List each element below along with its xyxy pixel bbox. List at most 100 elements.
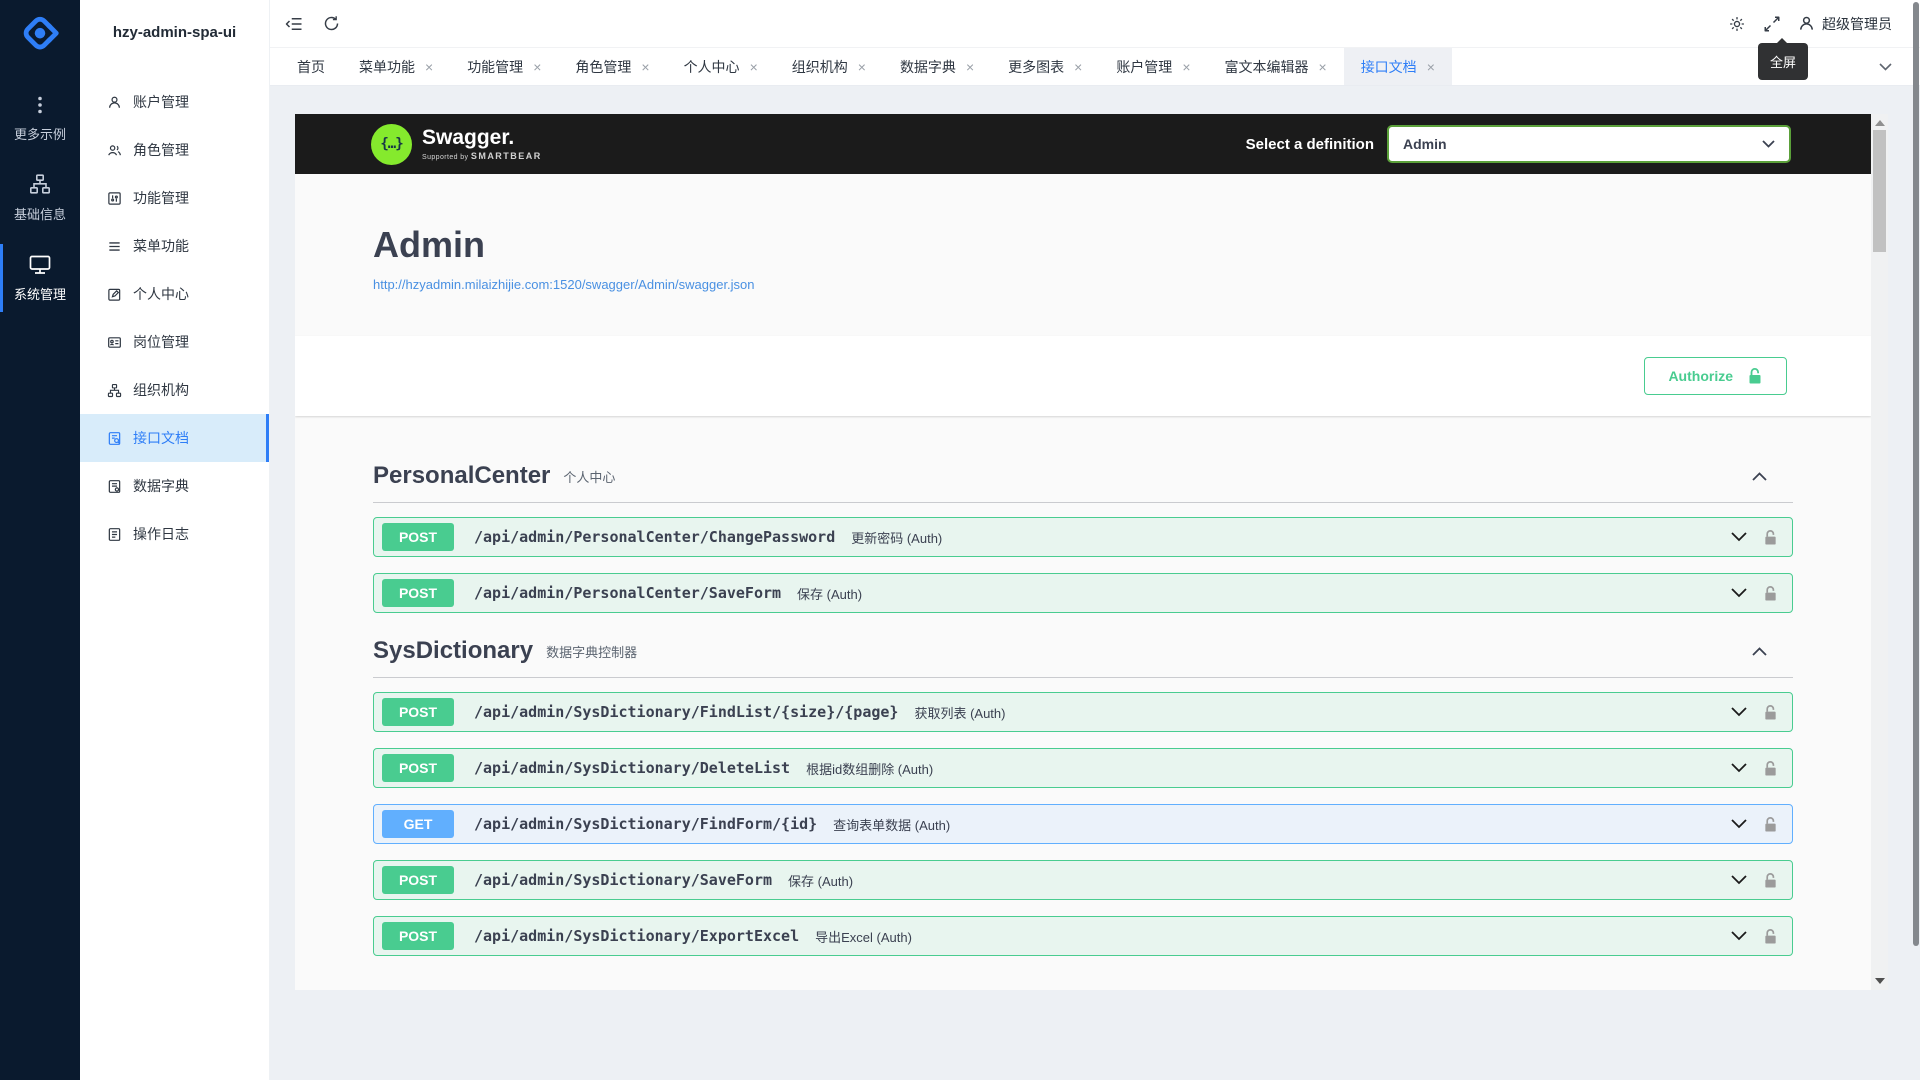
api-sections: PersonalCenter 个人中心 POST /api/admin/Pers… xyxy=(373,416,1793,956)
chevron-down-icon[interactable] xyxy=(1731,763,1747,773)
endpoint-row[interactable]: POST /api/admin/PersonalCenter/ChangePas… xyxy=(373,517,1793,557)
unlock-icon[interactable] xyxy=(1763,760,1778,777)
rail-item-basic-info[interactable]: 基础信息 xyxy=(0,158,80,238)
rail-item-more-examples[interactable]: 更多示例 xyxy=(0,80,80,158)
authorize-label: Authorize xyxy=(1668,368,1733,384)
main-header: 超级管理员 xyxy=(270,0,1920,48)
definition-select[interactable]: Admin xyxy=(1387,125,1791,163)
tab-account-management[interactable]: 账户管理 × xyxy=(1099,48,1207,85)
section-collapse-button[interactable] xyxy=(1752,647,1767,656)
sidebar-item-organizations[interactable]: 组织机构 xyxy=(80,366,269,414)
endpoint-row[interactable]: POST /api/admin/SysDictionary/ExportExce… xyxy=(373,916,1793,956)
method-badge: GET xyxy=(382,810,454,838)
sidebar: hzy-admin-spa-ui 账户管理 角色管理 功能管理 菜单功能 xyxy=(80,0,270,1080)
scheme-container: Authorize xyxy=(295,336,1871,416)
chevron-down-icon xyxy=(1879,63,1892,71)
sidebar-item-personal-center[interactable]: 个人中心 xyxy=(80,270,269,318)
sidebar-item-menus[interactable]: 菜单功能 xyxy=(80,222,269,270)
chevron-down-icon[interactable] xyxy=(1731,532,1747,542)
app-logo xyxy=(0,0,80,64)
active-rail-indicator xyxy=(0,244,3,312)
rail-item-label: 基础信息 xyxy=(14,204,66,223)
chevron-down-icon[interactable] xyxy=(1731,931,1747,941)
chevron-down-icon[interactable] xyxy=(1731,819,1747,829)
spec-url-link[interactable]: http://hzyadmin.milaizhijie.com:1520/swa… xyxy=(373,277,755,292)
swagger-scrollbar[interactable] xyxy=(1871,114,1888,990)
sidebar-item-operation-logs[interactable]: 操作日志 xyxy=(80,510,269,558)
definition-select-value: Admin xyxy=(1403,136,1762,152)
sidebar-item-label: 个人中心 xyxy=(133,284,189,304)
chevron-down-icon[interactable] xyxy=(1731,707,1747,717)
unlock-icon[interactable] xyxy=(1763,704,1778,721)
sidebar-item-api-docs[interactable]: 接口文档 xyxy=(80,414,269,462)
header-left-actions xyxy=(285,15,340,33)
tab-menu-functions[interactable]: 菜单功能 × xyxy=(342,48,450,85)
menu-fold-icon xyxy=(285,15,303,33)
endpoint-path: /api/admin/SysDictionary/FindList/{size}… xyxy=(474,703,898,721)
authorize-button[interactable]: Authorize xyxy=(1644,357,1787,395)
sidebar-item-accounts[interactable]: 账户管理 xyxy=(80,78,269,126)
tab-close-icon[interactable]: × xyxy=(750,60,758,74)
unlock-icon[interactable] xyxy=(1763,872,1778,889)
api-title: Admin xyxy=(373,224,1793,266)
unlock-icon[interactable] xyxy=(1763,585,1778,602)
tab-close-icon[interactable]: × xyxy=(1182,60,1190,74)
tab-role-management[interactable]: 角色管理 × xyxy=(558,48,666,85)
unlock-icon[interactable] xyxy=(1763,529,1778,546)
chevron-down-icon[interactable] xyxy=(1731,588,1747,598)
tab-close-icon[interactable]: × xyxy=(1427,60,1435,74)
endpoint-summary: 获取列表 (Auth) xyxy=(914,703,1005,722)
user-menu[interactable]: 超级管理员 xyxy=(1798,14,1892,34)
tab-close-icon[interactable]: × xyxy=(641,60,649,74)
tab-personal-center[interactable]: 个人中心 × xyxy=(667,48,775,85)
smartbear-brand-text: SMARTBEAR xyxy=(471,151,542,161)
tab-function-management[interactable]: 功能管理 × xyxy=(450,48,558,85)
tab-home[interactable]: 首页 xyxy=(280,48,342,85)
section-collapse-button[interactable] xyxy=(1752,472,1767,481)
settings-button[interactable] xyxy=(1728,15,1746,33)
sidebar-item-label: 角色管理 xyxy=(133,140,189,160)
section-header[interactable]: PersonalCenter 个人中心 xyxy=(373,462,1793,503)
swagger-panel: {…} Swagger. Supported by SMARTBEAR Sele… xyxy=(295,114,1888,990)
tab-rich-text-editor[interactable]: 富文本编辑器 × xyxy=(1208,48,1344,85)
tab-label: 首页 xyxy=(297,57,325,77)
scroll-down-arrow-icon[interactable] xyxy=(1875,978,1885,984)
endpoint-row[interactable]: POST /api/admin/PersonalCenter/SaveForm … xyxy=(373,573,1793,613)
tab-dictionary[interactable]: 数据字典 × xyxy=(883,48,991,85)
sidebar-item-functions[interactable]: 功能管理 xyxy=(80,174,269,222)
method-badge: POST xyxy=(382,698,454,726)
rail-item-system-management[interactable]: 系统管理 xyxy=(0,238,80,318)
endpoint-row[interactable]: GET /api/admin/SysDictionary/FindForm/{i… xyxy=(373,804,1793,844)
tab-close-icon[interactable]: × xyxy=(1074,60,1082,74)
sidebar-item-dictionary[interactable]: 数据字典 xyxy=(80,462,269,510)
sidebar-item-label: 菜单功能 xyxy=(133,236,189,256)
scroll-up-arrow-icon[interactable] xyxy=(1875,120,1885,126)
unlock-icon[interactable] xyxy=(1763,928,1778,945)
tab-close-icon[interactable]: × xyxy=(533,60,541,74)
tab-close-icon[interactable]: × xyxy=(966,60,974,74)
refresh-button[interactable] xyxy=(323,15,340,32)
tab-close-icon[interactable]: × xyxy=(858,60,866,74)
collapse-sidebar-button[interactable] xyxy=(285,15,303,33)
sidebar-item-roles[interactable]: 角色管理 xyxy=(80,126,269,174)
page-scrollbar[interactable] xyxy=(1912,0,1920,1080)
sidebar-item-label: 岗位管理 xyxy=(133,332,189,352)
sidebar-item-positions[interactable]: 岗位管理 xyxy=(80,318,269,366)
tab-close-icon[interactable]: × xyxy=(1319,60,1327,74)
chevron-down-icon[interactable] xyxy=(1731,875,1747,885)
endpoint-row[interactable]: POST /api/admin/SysDictionary/FindList/{… xyxy=(373,692,1793,732)
app-root: { "app": { "title": "hzy-admin-spa-ui" }… xyxy=(0,0,1920,1080)
tab-organizations[interactable]: 组织机构 × xyxy=(775,48,883,85)
section-sys-dictionary: SysDictionary 数据字典控制器 POST /api/admin/Sy… xyxy=(373,637,1793,956)
tab-close-icon[interactable]: × xyxy=(425,60,433,74)
unlock-icon[interactable] xyxy=(1763,816,1778,833)
page-scrollbar-thumb[interactable] xyxy=(1913,2,1919,946)
tab-more-charts[interactable]: 更多图表 × xyxy=(991,48,1099,85)
section-header[interactable]: SysDictionary 数据字典控制器 xyxy=(373,637,1793,678)
section-title: PersonalCenter xyxy=(373,462,550,490)
endpoint-row[interactable]: POST /api/admin/SysDictionary/DeleteList… xyxy=(373,748,1793,788)
endpoint-row[interactable]: POST /api/admin/SysDictionary/SaveForm 保… xyxy=(373,860,1793,900)
fullscreen-button[interactable] xyxy=(1763,15,1781,33)
tab-api-docs[interactable]: 接口文档 × xyxy=(1344,48,1452,85)
swagger-scrollbar-thumb[interactable] xyxy=(1873,130,1886,252)
